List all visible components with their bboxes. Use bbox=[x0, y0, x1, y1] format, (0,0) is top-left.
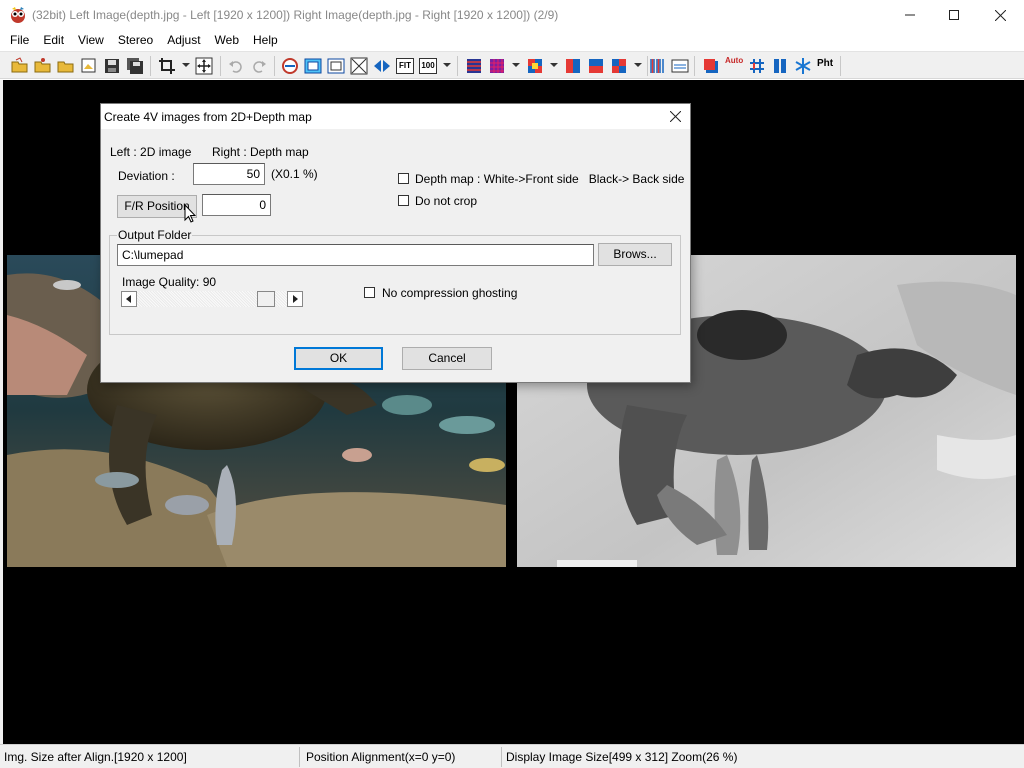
no-compression-checkbox-label: No compression ghosting bbox=[382, 286, 518, 300]
maximize-icon bbox=[949, 10, 959, 20]
toolbar-separator bbox=[220, 56, 221, 76]
toolbar-separator bbox=[694, 56, 695, 76]
status-bar: Img. Size after Align.[1920 x 1200] Posi… bbox=[0, 744, 1024, 768]
open-folder-alt-icon[interactable] bbox=[57, 57, 75, 75]
toolbar: FIT 100 Auto Pht bbox=[0, 51, 1024, 79]
no-crop-checkbox[interactable] bbox=[398, 195, 409, 206]
open-multi-icon[interactable] bbox=[34, 57, 52, 75]
dialog-title: Create 4V images from 2D+Depth map bbox=[104, 110, 312, 124]
anaglyph-icon[interactable] bbox=[526, 57, 544, 75]
menu-view[interactable]: View bbox=[71, 30, 111, 50]
toolbar-separator bbox=[150, 56, 151, 76]
dialog-close-button[interactable] bbox=[660, 104, 690, 129]
right-image-label: Right : Depth map bbox=[212, 145, 309, 159]
quad-icon[interactable] bbox=[610, 57, 628, 75]
grid-icon[interactable] bbox=[748, 57, 766, 75]
save-icon[interactable] bbox=[103, 57, 121, 75]
app-icon bbox=[11, 7, 25, 23]
dialog-titlebar: Create 4V images from 2D+Depth map bbox=[101, 104, 690, 129]
zoom-dropdown[interactable] bbox=[443, 63, 451, 67]
checker-icon[interactable] bbox=[488, 57, 506, 75]
toolbar-separator bbox=[274, 56, 275, 76]
image-quality-label: Image Quality: 90 bbox=[122, 275, 217, 289]
no-crop-checkbox-label: Do not crop bbox=[415, 194, 478, 208]
auto-align-icon[interactable] bbox=[195, 57, 213, 75]
menu-help[interactable]: Help bbox=[246, 30, 285, 50]
output-folder-label: Output Folder bbox=[117, 228, 193, 242]
undo-icon[interactable] bbox=[227, 57, 245, 75]
swap-lr-icon[interactable] bbox=[281, 57, 299, 75]
depth-map-checkbox[interactable] bbox=[398, 173, 409, 184]
save-copy-icon[interactable] bbox=[126, 57, 144, 75]
status-size-after-align: Img. Size after Align.[1920 x 1200] bbox=[0, 747, 300, 767]
zoom-100-icon[interactable]: 100 bbox=[419, 58, 437, 74]
quality-scroll-left[interactable] bbox=[121, 291, 137, 307]
deviation-unit: (X0.1 %) bbox=[271, 167, 318, 181]
fullscreen-icon[interactable] bbox=[350, 57, 368, 75]
minimize-icon bbox=[905, 14, 915, 16]
depth-map-checkbox-label: Depth map : White->Front side Black-> Ba… bbox=[415, 172, 685, 186]
fit-icon[interactable]: FIT bbox=[396, 58, 414, 74]
cancel-button[interactable]: Cancel bbox=[402, 347, 492, 370]
menu-adjust[interactable]: Adjust bbox=[160, 30, 207, 50]
menu-file[interactable]: File bbox=[3, 30, 36, 50]
open-image-icon[interactable] bbox=[80, 57, 98, 75]
print-icon[interactable]: Pht bbox=[817, 58, 835, 76]
menu-stereo[interactable]: Stereo bbox=[111, 30, 160, 50]
ok-button[interactable]: OK bbox=[294, 347, 383, 370]
toolbar-separator bbox=[457, 56, 458, 76]
blue-red-icon[interactable] bbox=[587, 57, 605, 75]
minimize-button[interactable] bbox=[887, 0, 933, 30]
browse-button[interactable]: Brows... bbox=[598, 243, 672, 266]
interlaced-icon[interactable] bbox=[465, 57, 483, 75]
interlaced-dropdown[interactable] bbox=[512, 63, 520, 67]
mouse-cursor-icon bbox=[184, 204, 196, 223]
create-4v-dialog: Create 4V images from 2D+Depth map Left … bbox=[100, 103, 691, 383]
close-button[interactable] bbox=[977, 0, 1023, 30]
status-position-alignment: Position Alignment(x=0 y=0) bbox=[302, 747, 502, 767]
open-folder-icon[interactable] bbox=[11, 57, 29, 75]
fit-frame-icon[interactable] bbox=[327, 57, 345, 75]
no-compression-checkbox[interactable] bbox=[364, 287, 375, 298]
output-folder-input[interactable]: C:\lumepad bbox=[117, 244, 594, 266]
redo-icon[interactable] bbox=[250, 57, 268, 75]
fit-width-icon[interactable] bbox=[373, 57, 391, 75]
auto-adjust-icon[interactable]: Auto bbox=[725, 56, 743, 74]
close-icon bbox=[669, 111, 681, 122]
checker-dropdown[interactable] bbox=[550, 63, 558, 67]
crop-dropdown[interactable] bbox=[182, 63, 190, 67]
deviation-input[interactable]: 50 bbox=[193, 163, 265, 185]
maximize-button[interactable] bbox=[931, 0, 977, 30]
red-square-icon[interactable] bbox=[702, 57, 720, 75]
column-interleave-icon[interactable] bbox=[648, 57, 666, 75]
window-frame-icon[interactable] bbox=[304, 57, 322, 75]
side-by-side-icon[interactable] bbox=[771, 57, 789, 75]
window-titlebar: (32bit) Left Image(depth.jpg - Left [192… bbox=[0, 0, 1024, 30]
quad-dropdown[interactable] bbox=[634, 63, 642, 67]
crop-icon[interactable] bbox=[158, 57, 176, 75]
menu-web[interactable]: Web bbox=[208, 30, 246, 50]
window-title: (32bit) Left Image(depth.jpg - Left [192… bbox=[32, 8, 559, 22]
fr-position-input[interactable]: 0 bbox=[202, 194, 271, 216]
red-blue-icon[interactable] bbox=[564, 57, 582, 75]
status-display-size: Display Image Size[499 x 312] Zoom(26 %) bbox=[506, 750, 738, 764]
quality-scroll-right[interactable] bbox=[287, 291, 303, 307]
snowflake-icon[interactable] bbox=[794, 57, 812, 75]
menu-bar: File Edit View Stereo Adjust Web Help bbox=[0, 30, 1024, 50]
menu-edit[interactable]: Edit bbox=[36, 30, 71, 50]
toolbar-separator bbox=[840, 56, 841, 76]
left-image-label: Left : 2D image bbox=[110, 145, 192, 159]
right-arrow-icon bbox=[293, 295, 298, 303]
left-arrow-icon bbox=[126, 295, 131, 303]
deviation-label: Deviation : bbox=[118, 169, 175, 183]
quality-scroll-thumb[interactable] bbox=[257, 291, 275, 307]
close-icon bbox=[994, 9, 1006, 21]
glasses-icon[interactable] bbox=[671, 57, 689, 75]
